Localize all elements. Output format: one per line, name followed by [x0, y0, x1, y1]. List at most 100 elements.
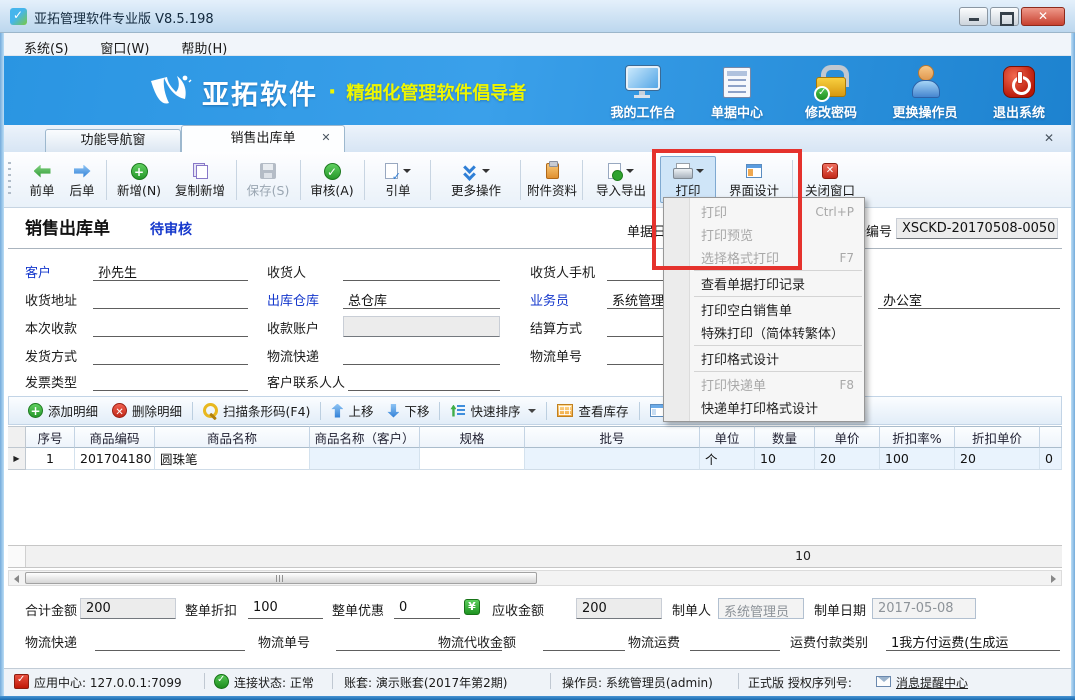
department-input[interactable]: 办公室	[878, 288, 1060, 309]
cell-index[interactable]: 1	[26, 448, 75, 470]
save-button[interactable]: 保存(S)	[240, 156, 296, 203]
col-discount-price[interactable]: 折扣单价	[955, 426, 1040, 448]
scroll-right-icon[interactable]	[1051, 575, 1056, 583]
prev-doc-button[interactable]: 前单	[22, 156, 62, 203]
import-export-button[interactable]: 导入导出	[586, 156, 656, 203]
logistics2-label: 物流快递	[25, 632, 77, 651]
menu-window[interactable]: 窗口(W)	[84, 36, 165, 59]
row-selector[interactable]	[8, 448, 26, 470]
cell-batch[interactable]	[525, 448, 700, 470]
quick-sort-button[interactable]: 快速排序	[443, 399, 543, 422]
cell-unit[interactable]: 个	[700, 448, 755, 470]
scan-barcode-button[interactable]: 扫描条形码(F4)	[196, 399, 317, 422]
cod-amount-label: 物流代收金额	[438, 632, 516, 651]
cell-price[interactable]: 20	[815, 448, 880, 470]
whole-discount-input[interactable]: 100	[248, 598, 323, 619]
action-document-center[interactable]: 单据中心	[695, 62, 779, 121]
ui-design-button[interactable]: 界面设计	[722, 156, 786, 203]
cell-discount-rate[interactable]: 100	[880, 448, 955, 470]
horizontal-scrollbar[interactable]	[8, 570, 1062, 586]
col-extra[interactable]	[1040, 426, 1062, 448]
customer-label: 客户	[25, 262, 51, 281]
banner-actions: 我的工作台 单据中心 修改密码 更换操作员 退出系统	[601, 62, 1061, 121]
menu-item-print-blank-order[interactable]: 打印空白销售单	[664, 298, 864, 321]
menu-item-view-print-records[interactable]: 查看单据打印记录	[664, 272, 864, 295]
check-icon	[324, 163, 341, 180]
customer-input[interactable]: 孙先生	[93, 260, 248, 281]
chevron-down-icon	[528, 409, 536, 413]
address-input[interactable]	[93, 288, 248, 309]
tabstrip-close-icon[interactable]	[1044, 131, 1054, 145]
col-batch[interactable]: 批号	[525, 426, 700, 448]
cod-amount-input[interactable]	[543, 630, 625, 651]
scrollbar-thumb[interactable]	[25, 572, 537, 584]
whole-reduction-input[interactable]: 0	[394, 598, 460, 619]
close-red-icon	[822, 163, 838, 179]
cell-spec[interactable]	[420, 448, 525, 470]
cell-code[interactable]: 201704180	[75, 448, 155, 470]
tab-close-icon[interactable]	[320, 132, 332, 144]
create-date-value: 2017-05-08	[872, 598, 976, 619]
minimize-button[interactable]	[959, 7, 988, 26]
delivery-method-input[interactable]	[93, 344, 248, 365]
col-index[interactable]: 序号	[26, 426, 75, 448]
add-detail-button[interactable]: 添加明细	[21, 399, 105, 422]
menu-item-express-format-design[interactable]: 快递单打印格式设计	[664, 396, 864, 419]
new-button[interactable]: 新增(N)	[112, 156, 166, 203]
consignee-input[interactable]	[343, 260, 500, 281]
col-price[interactable]: 单价	[815, 426, 880, 448]
menu-item-print-format-design[interactable]: 打印格式设计	[664, 347, 864, 370]
tab-function-navigator[interactable]: 功能导航窗	[45, 129, 181, 152]
col-unit[interactable]: 单位	[700, 426, 755, 448]
action-my-workbench[interactable]: 我的工作台	[601, 62, 685, 121]
delete-detail-button[interactable]: 删除明细	[105, 399, 189, 422]
copy-new-button[interactable]: 复制新增	[168, 156, 232, 203]
close-window-button[interactable]: 关闭窗口	[798, 156, 862, 203]
move-up-button[interactable]: 上移	[324, 399, 380, 422]
message-center-link[interactable]: 消息提醒中心	[896, 674, 968, 691]
audit-button[interactable]: 审核(A)	[304, 156, 360, 203]
attachments-button[interactable]: 附件资料	[524, 156, 580, 203]
cell-discount-price[interactable]: 20	[955, 448, 1040, 470]
maximize-button[interactable]	[990, 7, 1019, 26]
move-down-button[interactable]: 下移	[380, 399, 436, 422]
more-actions-button[interactable]: 更多操作	[436, 156, 516, 203]
customer-contact-input[interactable]	[348, 370, 500, 391]
pull-doc-button[interactable]: 引单	[370, 156, 426, 203]
col-discount-rate[interactable]: 折扣率%	[880, 426, 955, 448]
action-change-password[interactable]: 修改密码	[789, 62, 873, 121]
next-doc-button[interactable]: 后单	[62, 156, 102, 203]
freight-input[interactable]	[690, 630, 780, 651]
receivable-value: 200	[576, 598, 662, 619]
col-spec[interactable]: 规格	[420, 426, 525, 448]
invoice-type-input[interactable]	[93, 370, 248, 391]
menu-items: 系统(S) 窗口(W) 帮助(H)	[8, 36, 243, 59]
menu-system[interactable]: 系统(S)	[8, 36, 84, 59]
payment-now-input[interactable]	[93, 316, 248, 337]
col-name-customer[interactable]: 商品名称（客户）	[310, 426, 420, 448]
col-name[interactable]: 商品名称	[155, 426, 310, 448]
warehouse-input[interactable]: 总仓库	[343, 288, 500, 309]
status-operator: 操作员: 系统管理员(admin)	[562, 674, 713, 691]
view-stock-button[interactable]: 查看库存	[550, 399, 635, 422]
scroll-left-icon[interactable]	[14, 575, 19, 583]
action-switch-operator[interactable]: 更换操作员	[883, 62, 967, 121]
logistics-input[interactable]	[343, 344, 500, 365]
print-dropdown-menu: 打印Ctrl+P 打印预览 选择格式打印F7 查看单据打印记录 打印空白销售单 …	[663, 197, 865, 422]
cell-name-customer[interactable]	[310, 448, 420, 470]
action-exit-system[interactable]: 退出系统	[977, 62, 1061, 121]
cell-qty[interactable]: 10	[755, 448, 815, 470]
logistics2-input[interactable]	[95, 630, 245, 651]
freight-pay-type-input[interactable]: 1我方付运费(生成运	[886, 630, 1060, 651]
col-code[interactable]: 商品编码	[75, 426, 155, 448]
print-button[interactable]: 打印	[660, 156, 716, 203]
cell-name[interactable]: 圆珠笔	[155, 448, 310, 470]
tab-sales-outbound[interactable]: 销售出库单	[181, 125, 345, 152]
chevron-down-icon	[626, 169, 634, 173]
close-button[interactable]	[1021, 7, 1065, 26]
cell-extra[interactable]: 0	[1040, 448, 1062, 470]
menu-help[interactable]: 帮助(H)	[165, 36, 243, 59]
menu-item-special-print[interactable]: 特殊打印（简体转繁体）	[664, 321, 864, 344]
col-qty[interactable]: 数量	[755, 426, 815, 448]
doc-number-value: XSCKD-20170508-0050	[896, 218, 1058, 239]
